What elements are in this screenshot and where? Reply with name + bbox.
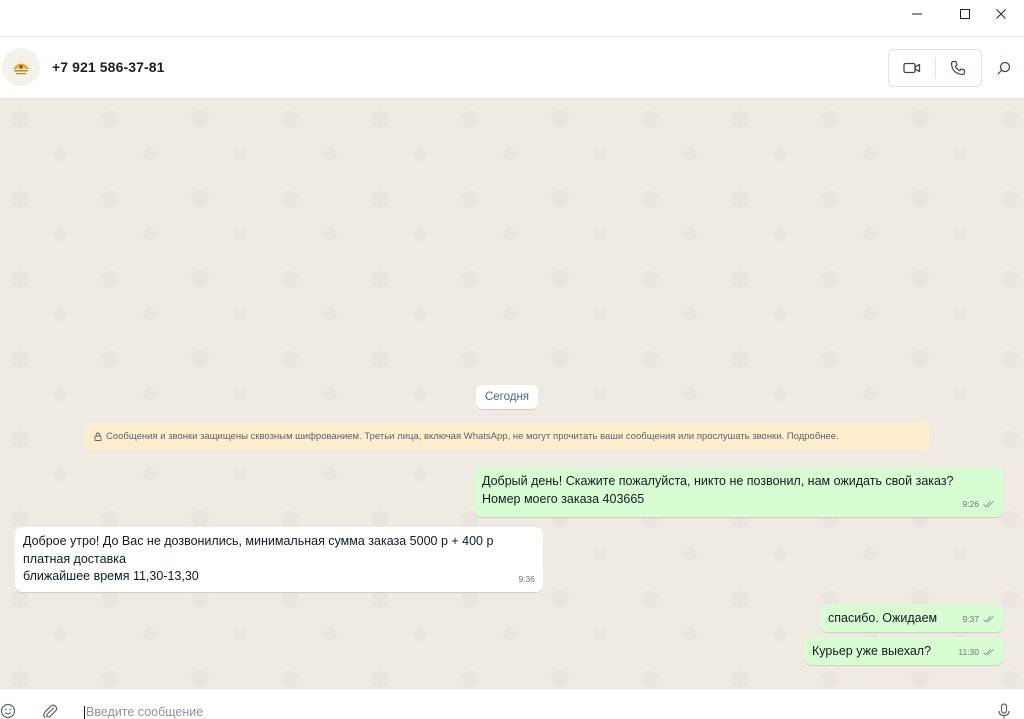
video-call-button[interactable] xyxy=(889,50,935,86)
microphone-icon xyxy=(998,703,1010,719)
close-icon xyxy=(996,9,1006,19)
maximize-icon xyxy=(960,9,970,19)
message-meta: 9:36 xyxy=(518,571,535,589)
contact-avatar[interactable] xyxy=(2,48,40,86)
lock-icon xyxy=(94,432,102,441)
text-caret xyxy=(84,706,85,719)
message-meta: 11:30 xyxy=(958,644,995,662)
chat-messages-area[interactable]: Сегодня Сообщения и звонки защищены скво… xyxy=(0,99,1024,688)
message-meta: 9:37 xyxy=(962,611,995,629)
minimize-button[interactable] xyxy=(894,0,940,28)
minimize-icon xyxy=(912,13,922,15)
chat-header: +7 921 586-37-81 xyxy=(0,37,1024,99)
encryption-notice-text: Сообщения и звонки защищены сквозным шиф… xyxy=(106,430,839,442)
contact-name[interactable]: +7 921 586-37-81 xyxy=(52,59,165,75)
window-titlebar xyxy=(0,0,1024,37)
encryption-notice[interactable]: Сообщения и звонки защищены сквозным шиф… xyxy=(85,423,929,449)
attach-icon xyxy=(43,704,58,718)
double-check-icon xyxy=(983,500,995,508)
date-divider: Сегодня xyxy=(476,385,538,409)
message-time: 11:30 xyxy=(958,646,979,657)
close-button[interactable] xyxy=(978,0,1024,28)
message-bubble-outgoing[interactable]: Добрый день! Скажите пожалуйста, никто н… xyxy=(474,467,1003,517)
emoji-button[interactable] xyxy=(0,703,16,719)
avatar-logo-icon xyxy=(13,63,29,75)
message-time: 9:26 xyxy=(962,498,979,509)
call-buttons-group xyxy=(888,49,982,87)
search-icon xyxy=(997,61,1011,75)
message-text: Добрый день! Скажите пожалуйста, никто н… xyxy=(482,474,954,506)
message-text: Доброе утро! До Вас не дозвонились, мини… xyxy=(23,534,494,583)
emoji-icon xyxy=(0,703,16,719)
voice-call-icon xyxy=(951,60,966,76)
message-bubble-outgoing[interactable]: спасибо. Ожидаем 9:37 xyxy=(820,604,1003,632)
message-time: 9:36 xyxy=(518,573,535,584)
video-call-icon xyxy=(903,62,920,74)
search-button[interactable] xyxy=(990,55,1018,81)
double-check-icon xyxy=(983,648,995,656)
voice-call-button[interactable] xyxy=(935,50,981,86)
message-input[interactable] xyxy=(86,704,966,719)
message-meta: 9:26 xyxy=(962,496,995,514)
message-bubble-incoming[interactable]: Доброе утро! До Вас не дозвонились, мини… xyxy=(15,527,543,592)
microphone-button[interactable] xyxy=(997,703,1011,719)
message-composer xyxy=(0,688,1024,719)
attach-button[interactable] xyxy=(42,703,58,719)
double-check-icon xyxy=(983,615,995,623)
message-bubble-outgoing[interactable]: Курьер уже выехал? 11:30 xyxy=(804,637,1003,665)
message-time: 9:37 xyxy=(962,613,979,624)
